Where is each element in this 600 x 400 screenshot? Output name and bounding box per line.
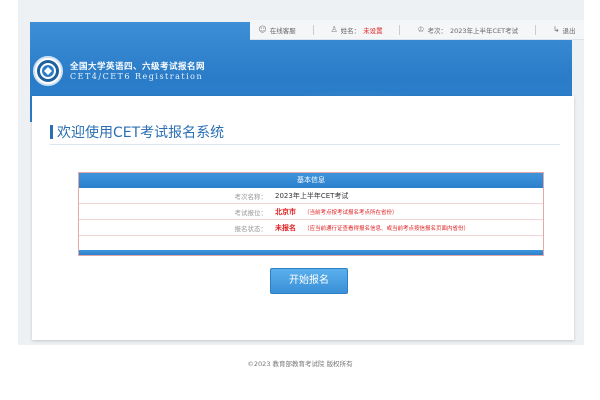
site-subtitle: CET4/CET6 Registration: [70, 72, 204, 81]
name-label: 姓名：: [340, 26, 361, 35]
divider: [399, 24, 401, 35]
row-value: 未报名: [275, 223, 296, 232]
table-row: 报名状态： 未报名 （应当前通行证查看得报名信息、或当前考点按信报名页面内省份）: [79, 220, 543, 236]
main-card: 欢迎使用CET考试报名系统 基本信息 考次名称： 2023年上半年CET考试 考…: [32, 96, 574, 340]
table-row: 考次名称： 2023年上半年CET考试: [79, 188, 543, 204]
top-bar: ☺ 在线客服 ♙ 姓名： 未设置 ♔ 考次： 2023年上半年CET考试 ↳ 退…: [250, 20, 584, 40]
cet-logo: [33, 56, 63, 86]
name-value: 未设置: [363, 26, 383, 35]
table-footer-bar: [79, 250, 543, 255]
divider: [312, 24, 314, 35]
heading-accent-bar: [50, 125, 53, 139]
page-footer: ©2023 教育部教育考试院 版权所有: [247, 360, 353, 368]
logout-icon: ↳: [552, 25, 560, 34]
exam-icon: ♔: [417, 25, 425, 34]
top-bar-exam: ♔ 考次： 2023年上半年CET考试: [417, 25, 518, 35]
logout-link[interactable]: ↳ 退出: [553, 25, 576, 35]
table-row: 考试报位： 北京市 （当前考点按考试报名考点所在省份）: [79, 204, 543, 220]
site-title: 全国大学英语四、六级考试报名网: [70, 62, 206, 72]
basic-info-header: 基本信息: [79, 173, 543, 188]
top-bar-home[interactable]: ☺ 在线客服: [258, 25, 295, 35]
row-label: 考次名称：: [234, 192, 268, 201]
top-bar-home-label: 在线客服: [269, 26, 296, 35]
row-label: 报名状态：: [234, 224, 268, 233]
user-service-icon: ☺: [258, 25, 267, 34]
logout-label: 退出: [562, 26, 576, 35]
row-label: 考试报位：: [234, 208, 268, 217]
row-note: （当前考点按考试报名考点所在省份）: [304, 209, 398, 216]
row-value: 北京市: [275, 207, 296, 216]
welcome-text: 欢迎使用CET考试报名系统: [57, 125, 225, 141]
exam-value: 2023年上半年CET考试: [449, 26, 519, 35]
exam-label: 考次：: [427, 26, 447, 35]
person-icon: ♙: [330, 25, 338, 34]
basic-info-table: 基本信息 考次名称： 2023年上半年CET考试 考试报位： 北京市 （当前考点…: [78, 172, 544, 256]
row-value: 2023年上半年CET考试: [275, 191, 349, 200]
row-note: （应当前通行证查看得报名信息、或当前考点按信报名页面内省份）: [304, 225, 470, 232]
divider: [535, 24, 536, 35]
top-bar-name: ♙ 姓名： 未设置: [330, 25, 382, 35]
heading-divider: [50, 144, 560, 145]
cet-logo-icon: [37, 60, 59, 82]
start-registration-button[interactable]: 开始报名: [270, 268, 348, 294]
welcome-heading: 欢迎使用CET考试报名系统: [50, 122, 224, 142]
